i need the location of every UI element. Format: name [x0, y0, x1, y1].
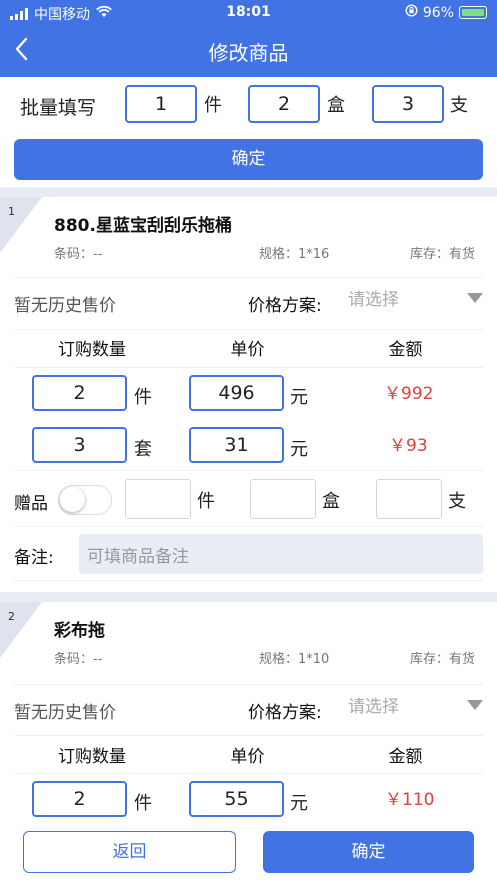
qty-unit: 套: [134, 439, 152, 460]
price-plan-select[interactable]: 请选择: [348, 692, 399, 717]
col-header-qty: 订购数量: [58, 747, 126, 767]
app-header: 中国移动 18:01 96% 修改商品: [0, 0, 497, 77]
batch-unit-2: 盒: [327, 95, 345, 116]
price-input[interactable]: 31: [189, 427, 284, 463]
price-plan-label: 价格方案:: [248, 703, 322, 723]
nav-bar: 修改商品: [0, 26, 497, 77]
qty-input[interactable]: 3: [32, 427, 127, 463]
batch-unit-1: 件: [204, 95, 222, 116]
product-index: 2: [8, 610, 15, 623]
product-card-1: 1 880.星蓝宝刮刮乐拖桶 条码：-- 规格：1*16 库存：有货 暂无历史售…: [0, 197, 497, 592]
divider: [14, 773, 483, 774]
qty-input[interactable]: 2: [32, 375, 127, 411]
section-divider: [0, 187, 497, 197]
status-bar: 中国移动 18:01 96%: [0, 0, 497, 26]
col-header-price: 单价: [230, 747, 265, 767]
section-divider: [0, 592, 497, 602]
gift-qty-input-3[interactable]: [376, 479, 442, 519]
batch-fill-section: 批量填写 1 件 2 盒 3 支 确定: [0, 77, 497, 190]
product-card-2: 2 彩布拖 条码：-- 规格：1*10 库存：有货 暂无历史售价 价格方案: 请…: [0, 602, 497, 820]
price-unit: 元: [290, 793, 308, 814]
price-unit: 元: [290, 387, 308, 408]
batch-confirm-button[interactable]: 确定: [14, 139, 483, 180]
gift-qty-input-2[interactable]: [250, 479, 316, 519]
footer-bar: 返回 确定: [0, 820, 497, 883]
qty-unit: 件: [134, 793, 152, 814]
price-plan-select[interactable]: 请选择: [348, 285, 399, 310]
divider: [14, 367, 483, 368]
status-right: 96%: [405, 4, 487, 21]
index-corner: [0, 197, 42, 253]
price-input[interactable]: 55: [189, 781, 284, 817]
remark-input[interactable]: 可填商品备注: [79, 534, 483, 574]
orientation-lock-icon: [405, 4, 418, 21]
col-header-amount: 金额: [388, 340, 423, 360]
no-history-price: 暂无历史售价: [14, 296, 116, 316]
gift-unit-3: 支: [448, 491, 466, 512]
back-button[interactable]: 返回: [23, 831, 236, 873]
batch-unit-3: 支: [450, 95, 468, 116]
confirm-button[interactable]: 确定: [263, 831, 474, 873]
batch-qty-input-1[interactable]: 1: [125, 85, 197, 123]
gift-unit-1: 件: [197, 491, 215, 512]
divider: [14, 526, 483, 527]
col-header-price: 单价: [230, 340, 265, 360]
product-spec: 规格：1*16: [259, 247, 330, 262]
remark-label: 备注:: [14, 548, 54, 568]
product-name: 880.星蓝宝刮刮乐拖桶: [54, 216, 232, 236]
batch-fill-label: 批量填写: [20, 97, 97, 119]
index-corner: [0, 602, 42, 658]
toggle-knob: [60, 487, 85, 512]
battery-percent: 96%: [422, 4, 454, 21]
line-amount: ￥93: [389, 436, 428, 456]
gift-qty-input-1[interactable]: [125, 479, 191, 519]
product-stock: 库存：有货: [410, 652, 476, 667]
product-barcode: 条码：--: [54, 652, 103, 667]
divider: [14, 470, 483, 471]
price-plan-label: 价格方案:: [248, 296, 322, 316]
dropdown-triangle-icon[interactable]: [467, 293, 483, 303]
price-input[interactable]: 496: [189, 375, 284, 411]
line-amount: ￥110: [385, 790, 435, 810]
dropdown-triangle-icon[interactable]: [467, 700, 483, 710]
no-history-price: 暂无历史售价: [14, 703, 116, 723]
gift-unit-2: 盒: [322, 491, 340, 512]
product-index: 1: [8, 205, 15, 218]
page-title: 修改商品: [208, 41, 289, 65]
divider: [14, 735, 483, 736]
divider: [14, 277, 483, 278]
col-header-amount: 金额: [388, 747, 423, 767]
product-name: 彩布拖: [54, 621, 105, 641]
product-barcode: 条码：--: [54, 247, 103, 262]
product-spec: 规格：1*10: [259, 652, 330, 667]
col-header-qty: 订购数量: [58, 340, 126, 360]
qty-unit: 件: [134, 387, 152, 408]
divider: [14, 580, 483, 581]
battery-icon: [459, 6, 487, 19]
divider: [14, 684, 483, 685]
product-stock: 库存：有货: [410, 247, 476, 262]
gift-toggle[interactable]: [58, 485, 112, 515]
gift-label: 赠品: [14, 494, 48, 514]
batch-qty-input-3[interactable]: 3: [372, 85, 444, 123]
line-amount: ￥992: [384, 384, 434, 404]
qty-input[interactable]: 2: [32, 781, 127, 817]
price-unit: 元: [290, 439, 308, 460]
divider: [14, 329, 483, 330]
batch-qty-input-2[interactable]: 2: [248, 85, 320, 123]
